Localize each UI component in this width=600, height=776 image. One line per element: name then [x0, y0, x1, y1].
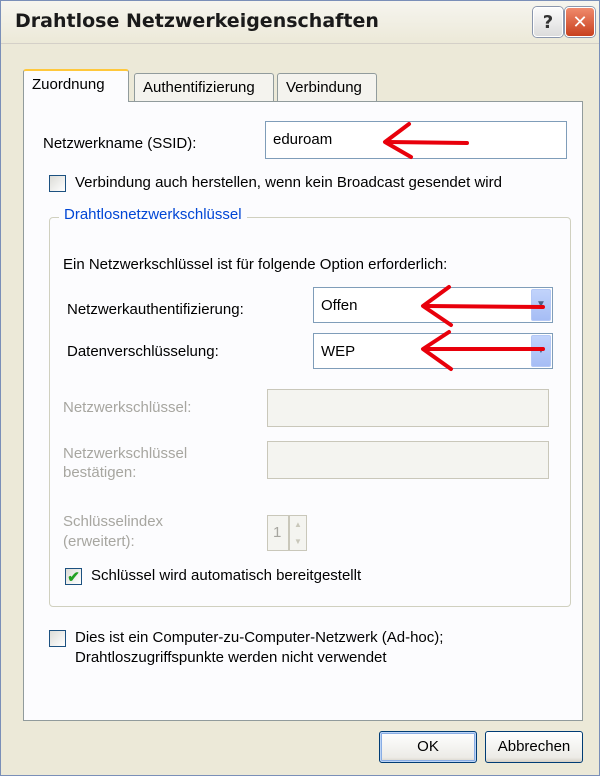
key-label: Netzwerkschlüssel:: [63, 399, 192, 416]
spin-up-icon[interactable]: ▲: [290, 516, 306, 533]
help-icon: ?: [542, 11, 554, 33]
key-index-stepper[interactable]: ▲ ▼: [289, 515, 307, 551]
adhoc-checkbox[interactable]: [49, 630, 66, 647]
key-index-label-1: Schlüsselindex: [63, 513, 164, 530]
close-icon: ✕: [572, 11, 588, 33]
encryption-label: Datenverschlüsselung:: [67, 343, 219, 360]
cancel-button[interactable]: Abbrechen: [485, 731, 583, 763]
help-button[interactable]: ?: [533, 7, 563, 37]
ssid-label: Netzwerkname (SSID):: [43, 135, 197, 152]
auth-select-value: Offen: [321, 297, 358, 314]
auto-key-label: Schlüssel wird automatisch bereitgestell…: [91, 567, 362, 584]
tab-authentifizierung[interactable]: Authentifizierung: [134, 73, 274, 101]
key-confirm-label-1: Netzwerkschlüssel: [63, 445, 188, 462]
key-index-label-2: (erweitert):: [63, 533, 135, 550]
key-index-input[interactable]: 1: [267, 515, 289, 551]
annotation-arrow-auth: [421, 285, 545, 327]
key-group-title: Drahtlosnetzwerkschlüssel: [59, 206, 247, 223]
no-broadcast-label: Verbindung auch herstellen, wenn kein Br…: [75, 174, 502, 191]
no-broadcast-checkbox[interactable]: [49, 175, 66, 192]
close-button[interactable]: ✕: [565, 7, 595, 37]
dialog-window: Drahtlose Netzwerkeigenschaften ? ✕ Zuor…: [0, 0, 600, 776]
annotation-arrow-encryption: [421, 330, 545, 371]
auth-label: Netzwerkauthentifizierung:: [67, 301, 244, 318]
spin-down-icon[interactable]: ▼: [290, 533, 306, 550]
window-title: Drahtlose Netzwerkeigenschaften: [15, 10, 379, 32]
key-input[interactable]: [267, 389, 549, 427]
checkmark-icon: ✔: [67, 568, 80, 586]
ok-button[interactable]: OK: [379, 731, 477, 763]
adhoc-label-1: Dies ist ein Computer-zu-Computer-Netzwe…: [75, 629, 444, 646]
key-confirm-label-2: bestätigen:: [63, 464, 137, 481]
encryption-select-value: WEP: [321, 343, 356, 360]
key-confirm-input[interactable]: [267, 441, 549, 479]
key-intro-text: Ein Netzwerkschlüssel ist für folgende O…: [63, 256, 448, 273]
adhoc-label-2: Drahtloszugriffspunkte werden nicht verw…: [75, 649, 387, 666]
annotation-arrow-ssid: [383, 122, 469, 159]
tab-zuordnung[interactable]: Zuordnung: [23, 69, 129, 102]
auto-key-checkbox[interactable]: ✔: [65, 568, 82, 586]
tab-verbindung[interactable]: Verbindung: [277, 73, 377, 101]
title-bar[interactable]: Drahtlose Netzwerkeigenschaften ? ✕: [1, 1, 599, 44]
